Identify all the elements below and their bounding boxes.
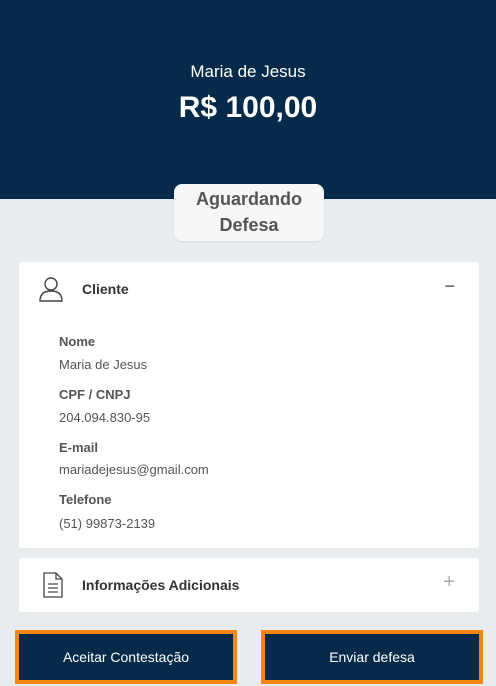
client-section-title: Cliente [82,281,129,297]
expand-icon[interactable]: + [443,571,455,594]
status-line-2: Defesa [219,215,279,235]
additional-info-header[interactable]: Informações Adicionais + [19,558,479,612]
additional-info-title: Informações Adicionais [82,577,240,593]
user-icon [39,277,63,302]
document-icon [43,572,63,598]
send-defense-button[interactable]: Enviar defesa [261,630,483,684]
document-label: CPF / CNPJ [59,387,131,402]
phone-label: Telefone [59,492,112,507]
client-section-header[interactable]: Cliente − [19,262,479,316]
dispute-amount: R$ 100,00 [178,91,318,124]
email-label: E-mail [59,440,99,455]
accept-dispute-button[interactable]: Aceitar Contestação [15,630,237,684]
document-value: 204.094.830-95 [59,410,151,425]
header-banner: Maria de Jesus R$ 100,00 [0,0,496,199]
customer-name: Maria de Jesus [190,62,306,81]
client-card: Cliente − Nome Maria de Jesus CPF / CNPJ… [19,262,479,548]
email-value: mariadejesus@gmail.com [59,462,209,477]
name-value: Maria de Jesus [59,357,148,372]
phone-value: (51) 99873-2139 [59,516,156,531]
status-line-1: Aguardando [196,189,302,209]
status-badge: Aguardando Defesa [174,184,324,241]
additional-info-card: Informações Adicionais + [19,558,479,612]
collapse-icon[interactable]: − [444,276,455,297]
name-label: Nome [59,334,96,349]
